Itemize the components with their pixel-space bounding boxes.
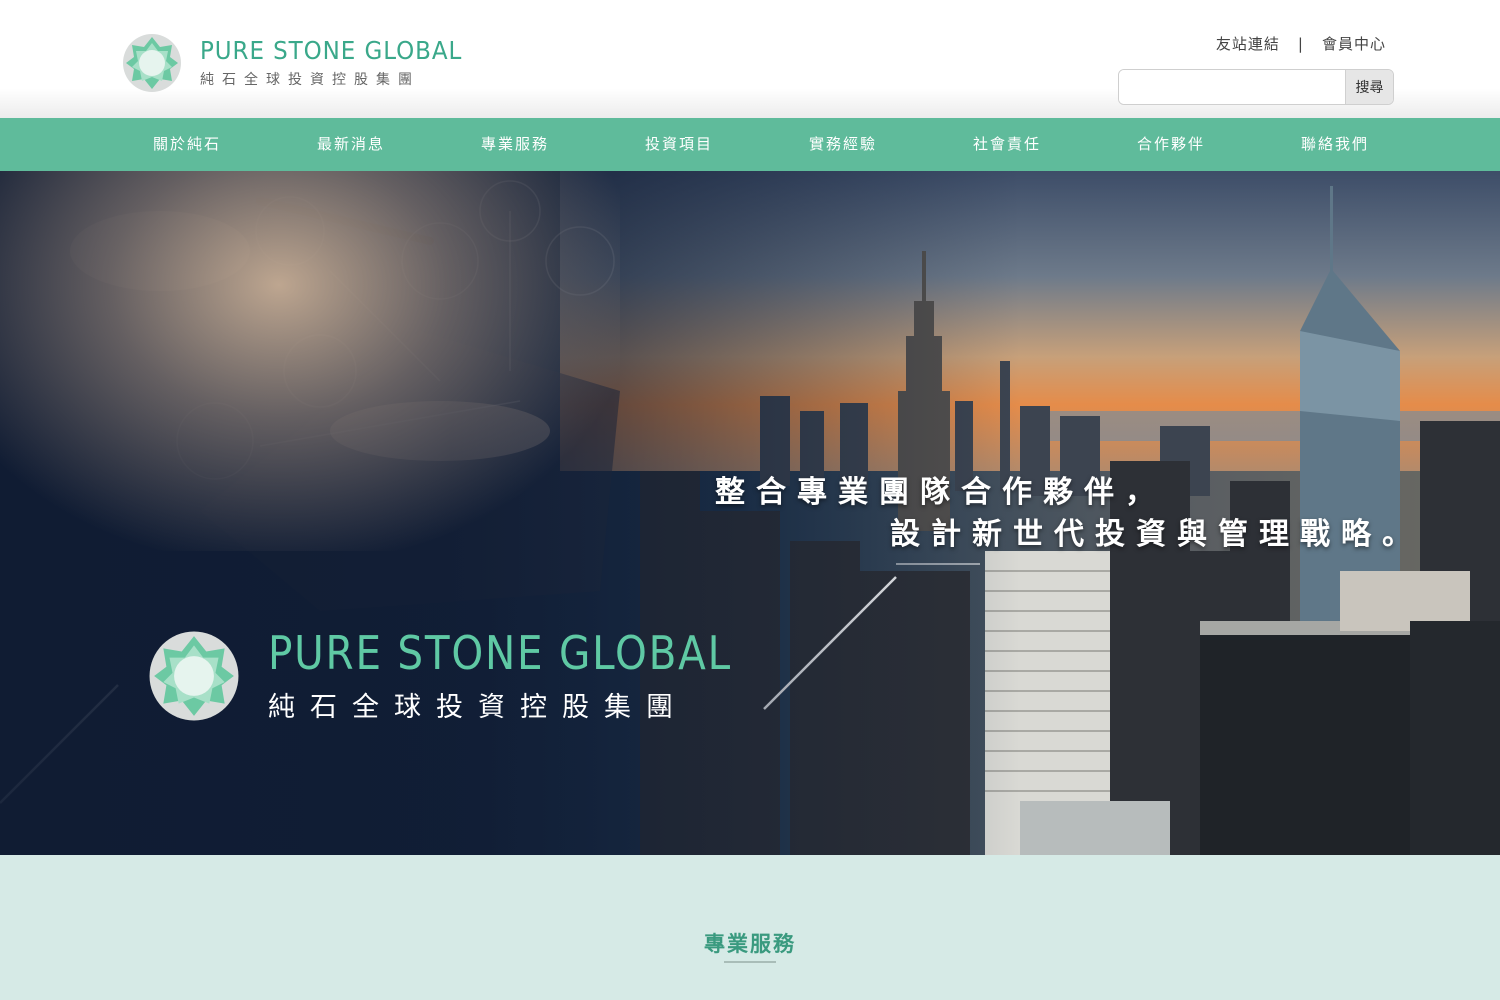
site-logo[interactable]: PURE STONE GLOBAL 純石全球投資控股集團 bbox=[122, 33, 485, 93]
services-heading: 專業服務 bbox=[704, 932, 796, 956]
partner-sites-link[interactable]: 友站連結 bbox=[1216, 33, 1280, 54]
nav-item-partners[interactable]: 合作夥伴 bbox=[1137, 118, 1205, 171]
nav-item-news[interactable]: 最新消息 bbox=[317, 118, 385, 171]
hero-slogan-line2: 設計新世代投資與管理戰略。 bbox=[890, 517, 1423, 552]
hero-logo-title-en: PURE STONE GLOBAL bbox=[268, 626, 732, 680]
nav-item-investments[interactable]: 投資項目 bbox=[645, 118, 713, 171]
search-box: 搜尋 bbox=[1118, 69, 1394, 105]
main-nav: 關於純石 最新消息 專業服務 投資項目 實務經驗 社會責任 合作夥伴 聯絡我們 bbox=[0, 118, 1500, 171]
member-center-link[interactable]: 會員中心 bbox=[1322, 33, 1386, 54]
logo-title-en: PURE STONE GLOBAL bbox=[200, 36, 463, 65]
logo-gem-icon bbox=[123, 34, 181, 92]
hero-slogan-line1: 整合專業團隊合作夥伴， bbox=[715, 475, 1166, 510]
services-heading-underline bbox=[724, 961, 776, 963]
search-input[interactable] bbox=[1119, 70, 1345, 104]
hero-logo: PURE STONE GLOBAL 純石全球投資控股集團 bbox=[148, 627, 795, 724]
nav-item-about[interactable]: 關於純石 bbox=[153, 118, 221, 171]
hero-logo-title-zh: 純石全球投資控股集團 bbox=[268, 692, 688, 723]
hero-logo-gem-icon bbox=[149, 631, 239, 720]
services-section: 專業服務 bbox=[0, 855, 1500, 1000]
hero-banner: 整合專業團隊合作夥伴， 設計新世代投資與管理戰略。 PURE STONE GLO… bbox=[0, 171, 1500, 855]
logo-title-zh: 純石全球投資控股集團 bbox=[200, 72, 420, 88]
search-button[interactable]: 搜尋 bbox=[1345, 70, 1393, 104]
top-links-separator: | bbox=[1297, 34, 1304, 53]
nav-item-social-responsibility[interactable]: 社會責任 bbox=[973, 118, 1041, 171]
site-header: PURE STONE GLOBAL 純石全球投資控股集團 友站連結 | 會員中心… bbox=[0, 0, 1500, 118]
nav-item-contact[interactable]: 聯絡我們 bbox=[1301, 118, 1369, 171]
top-links: 友站連結 | 會員中心 bbox=[1216, 33, 1386, 54]
hero-light-overlay bbox=[0, 171, 620, 551]
nav-item-services[interactable]: 專業服務 bbox=[481, 118, 549, 171]
nav-item-experience[interactable]: 實務經驗 bbox=[809, 118, 877, 171]
